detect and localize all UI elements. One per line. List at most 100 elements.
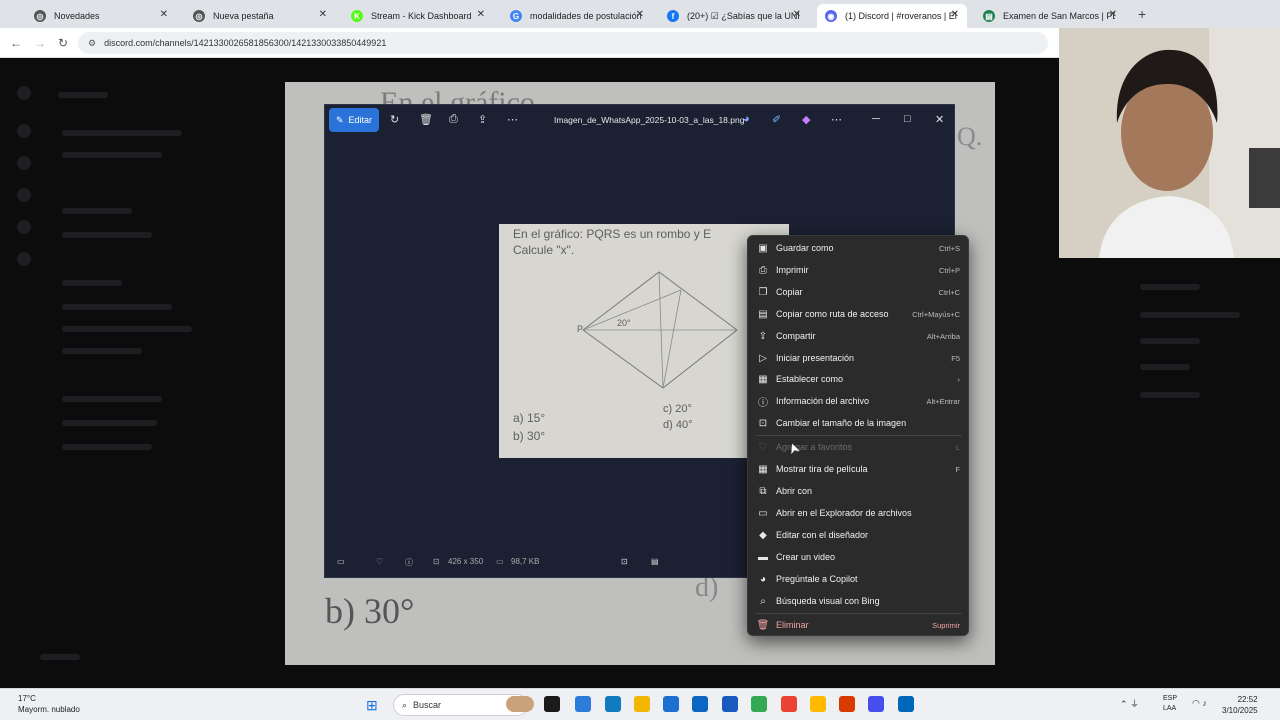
context-menu-shortcut: › bbox=[957, 374, 961, 384]
taskbar-app-icon[interactable] bbox=[868, 696, 884, 712]
browser-tab[interactable]: ▤ Examen de San Marcos | PDF ✕ bbox=[975, 4, 1125, 28]
tab-title: Novedades bbox=[54, 11, 100, 21]
minimize-icon[interactable]: ─ bbox=[872, 113, 880, 125]
context-menu-item[interactable]: ◆ Editar con el diseñador bbox=[748, 524, 970, 546]
forward-icon[interactable]: → bbox=[34, 36, 46, 50]
language-bottom: LAA bbox=[1163, 705, 1177, 712]
browser-tab[interactable]: Gmodalidades de postulación UN✕ bbox=[502, 4, 652, 28]
edit-button[interactable]: ✎ Editar bbox=[329, 108, 379, 132]
close-icon[interactable]: ✕ bbox=[935, 113, 944, 126]
reload-icon[interactable]: ↻ bbox=[58, 36, 68, 50]
heart-icon: ♡ bbox=[758, 441, 768, 453]
language-top: ESP bbox=[1163, 695, 1178, 702]
tab-close-icon[interactable]: ✕ bbox=[1109, 9, 1117, 20]
context-menu-item[interactable]: ▣ Guardar como Ctrl+S bbox=[748, 237, 970, 259]
browser-tab[interactable]: ◉ (1) Discord | #roveranos | ElRo ✕ bbox=[817, 4, 967, 28]
taskbar-app-icon[interactable] bbox=[506, 696, 534, 712]
language-indicator[interactable]: ESP LAA bbox=[1163, 694, 1177, 714]
taskbar-app-icon[interactable] bbox=[544, 696, 560, 712]
start-icon[interactable]: ⊞ bbox=[366, 697, 378, 714]
more-options-icon[interactable]: ⋯ bbox=[831, 113, 842, 126]
taskbar-app-icon[interactable] bbox=[781, 696, 797, 712]
tab-favicon-icon: ◎ bbox=[34, 10, 46, 22]
new-tab-button[interactable]: + bbox=[1138, 6, 1146, 22]
context-menu-item[interactable]: 🗑 Eliminar Suprimir bbox=[748, 614, 970, 636]
context-menu-item[interactable]: ⓘ Información del archivo Alt+Entrar bbox=[748, 390, 970, 412]
context-menu-item[interactable]: ▷ Iniciar presentación F5 bbox=[748, 347, 970, 369]
rotate-icon[interactable]: ↻ bbox=[390, 113, 399, 126]
tab-close-icon[interactable]: ✕ bbox=[477, 9, 485, 20]
copy-icon: ❐ bbox=[758, 286, 768, 298]
copilot-icon: ◕ bbox=[759, 573, 767, 585]
taskbar-app-icon[interactable] bbox=[722, 696, 738, 712]
image-option-d: d) 40° bbox=[663, 419, 693, 431]
copilot-icon[interactable]: ◕ bbox=[743, 113, 750, 125]
context-menu-item[interactable]: ▤ Copiar como ruta de acceso Ctrl+Mayús+C bbox=[748, 303, 970, 325]
context-menu-item[interactable]: ◕ Pregúntale a Copilot bbox=[748, 568, 970, 590]
filmstrip-icon[interactable]: ▭ bbox=[337, 557, 345, 566]
zoom-options-icon[interactable]: ▤ bbox=[651, 557, 659, 566]
tab-title: Stream - Kick Dashboard bbox=[371, 11, 472, 21]
context-menu-item[interactable]: ▬ Crear un video bbox=[748, 546, 970, 568]
tab-close-icon[interactable]: ✕ bbox=[319, 9, 327, 20]
browser-tab[interactable]: ◎ Novedades ✕ bbox=[26, 4, 176, 28]
slideshow-icon: ▷ bbox=[759, 352, 767, 364]
context-menu-item[interactable]: ⇪ Compartir Alt+Arriba bbox=[748, 325, 970, 347]
dimensions-icon: ⊡ bbox=[433, 557, 440, 566]
taskbar-app-icon[interactable] bbox=[663, 696, 679, 712]
tab-close-icon[interactable]: ✕ bbox=[160, 9, 168, 20]
clock[interactable]: 22:52 3/10/2025 bbox=[1222, 694, 1258, 716]
taskbar-app-icon[interactable] bbox=[605, 696, 621, 712]
taskbar-app-icon[interactable] bbox=[575, 696, 591, 712]
site-settings-icon[interactable]: ⚙ bbox=[88, 38, 96, 49]
taskbar-app-icon[interactable] bbox=[634, 696, 650, 712]
taskbar-app-icon[interactable] bbox=[839, 696, 855, 712]
context-menu-item[interactable]: ▭ Abrir en el Explorador de archivos bbox=[748, 502, 970, 524]
system-tray[interactable]: ⌃ ⏚ bbox=[1120, 697, 1139, 710]
context-menu-item[interactable]: ⌕ Búsqueda visual con Bing bbox=[748, 590, 970, 612]
folder-icon: ▭ bbox=[758, 507, 768, 519]
browser-tab[interactable]: K Stream - Kick Dashboard ✕ bbox=[343, 4, 493, 28]
context-menu-shortcut: Alt+Arriba bbox=[926, 331, 960, 341]
context-menu-item[interactable]: ❐ Copiar Ctrl+C bbox=[748, 281, 970, 303]
displayed-image: En el gráfico: PQRS es un rombo y E Calc… bbox=[499, 224, 789, 458]
browser-tab[interactable]: ◎ Nueva pestaña ✕ bbox=[185, 4, 335, 28]
context-menu-item[interactable]: ▦ Establecer como › bbox=[748, 368, 970, 390]
fit-icon[interactable]: ⊡ bbox=[621, 557, 628, 566]
weather-widget[interactable]: 17°C Mayorm. nublado bbox=[18, 693, 80, 715]
taskbar-app-icon[interactable] bbox=[751, 696, 767, 712]
browser-tab[interactable]: f (20+) ☑ ¿Sabías que la UNI c ✕ bbox=[659, 4, 809, 28]
tab-close-icon[interactable]: ✕ bbox=[793, 9, 801, 20]
context-menu-shortcut: F5 bbox=[951, 353, 960, 363]
tab-close-icon[interactable]: ✕ bbox=[951, 9, 959, 20]
share-icon[interactable]: ⇪ bbox=[478, 113, 487, 126]
url-field[interactable]: ⚙ discord.com/channels/14213300265818563… bbox=[78, 32, 1048, 54]
maximize-icon[interactable]: □ bbox=[904, 113, 911, 125]
taskbar-app-icon[interactable] bbox=[692, 696, 708, 712]
taskbar-app-icon[interactable] bbox=[810, 696, 826, 712]
bg-photo-side: Q. bbox=[957, 122, 983, 151]
context-menu-label: Imprimir bbox=[776, 265, 809, 275]
context-menu: ▣ Guardar como Ctrl+S ⎙ Imprimir Ctrl+P ❐ Copia… bbox=[747, 235, 969, 636]
filesize-icon: ▭ bbox=[496, 557, 504, 566]
back-icon[interactable]: ← bbox=[10, 36, 22, 50]
favorite-icon[interactable]: ♡ bbox=[376, 557, 383, 566]
info-icon[interactable]: ⓘ bbox=[405, 557, 413, 568]
designer-icon[interactable]: ✐ bbox=[772, 113, 781, 126]
url-text: discord.com/channels/1421330026581856300… bbox=[104, 38, 387, 48]
clipchamp-icon[interactable]: ◆ bbox=[802, 113, 810, 126]
network-icon[interactable]: ◠ ♪ bbox=[1192, 698, 1207, 709]
image-p-label: P bbox=[577, 324, 584, 334]
context-menu-item[interactable]: ⊡ Cambiar el tamaño de la imagen bbox=[748, 412, 970, 434]
print-icon[interactable]: ⎙ bbox=[449, 113, 458, 126]
context-menu-item[interactable]: ⎙ Imprimir Ctrl+P bbox=[748, 259, 970, 281]
resize-icon: ⊡ bbox=[758, 417, 768, 429]
context-menu-item[interactable]: ⧉ Abrir con bbox=[748, 480, 970, 502]
designer-icon: ◆ bbox=[759, 529, 767, 541]
tab-close-icon[interactable]: ✕ bbox=[636, 9, 644, 20]
delete-icon[interactable]: 🗑 bbox=[419, 113, 433, 126]
more-icon[interactable]: ⋯ bbox=[507, 113, 518, 126]
taskbar-app-icon[interactable] bbox=[898, 696, 914, 712]
context-menu-item[interactable]: ▦ Mostrar tira de película F bbox=[748, 458, 970, 480]
search-placeholder: Buscar bbox=[413, 700, 442, 710]
